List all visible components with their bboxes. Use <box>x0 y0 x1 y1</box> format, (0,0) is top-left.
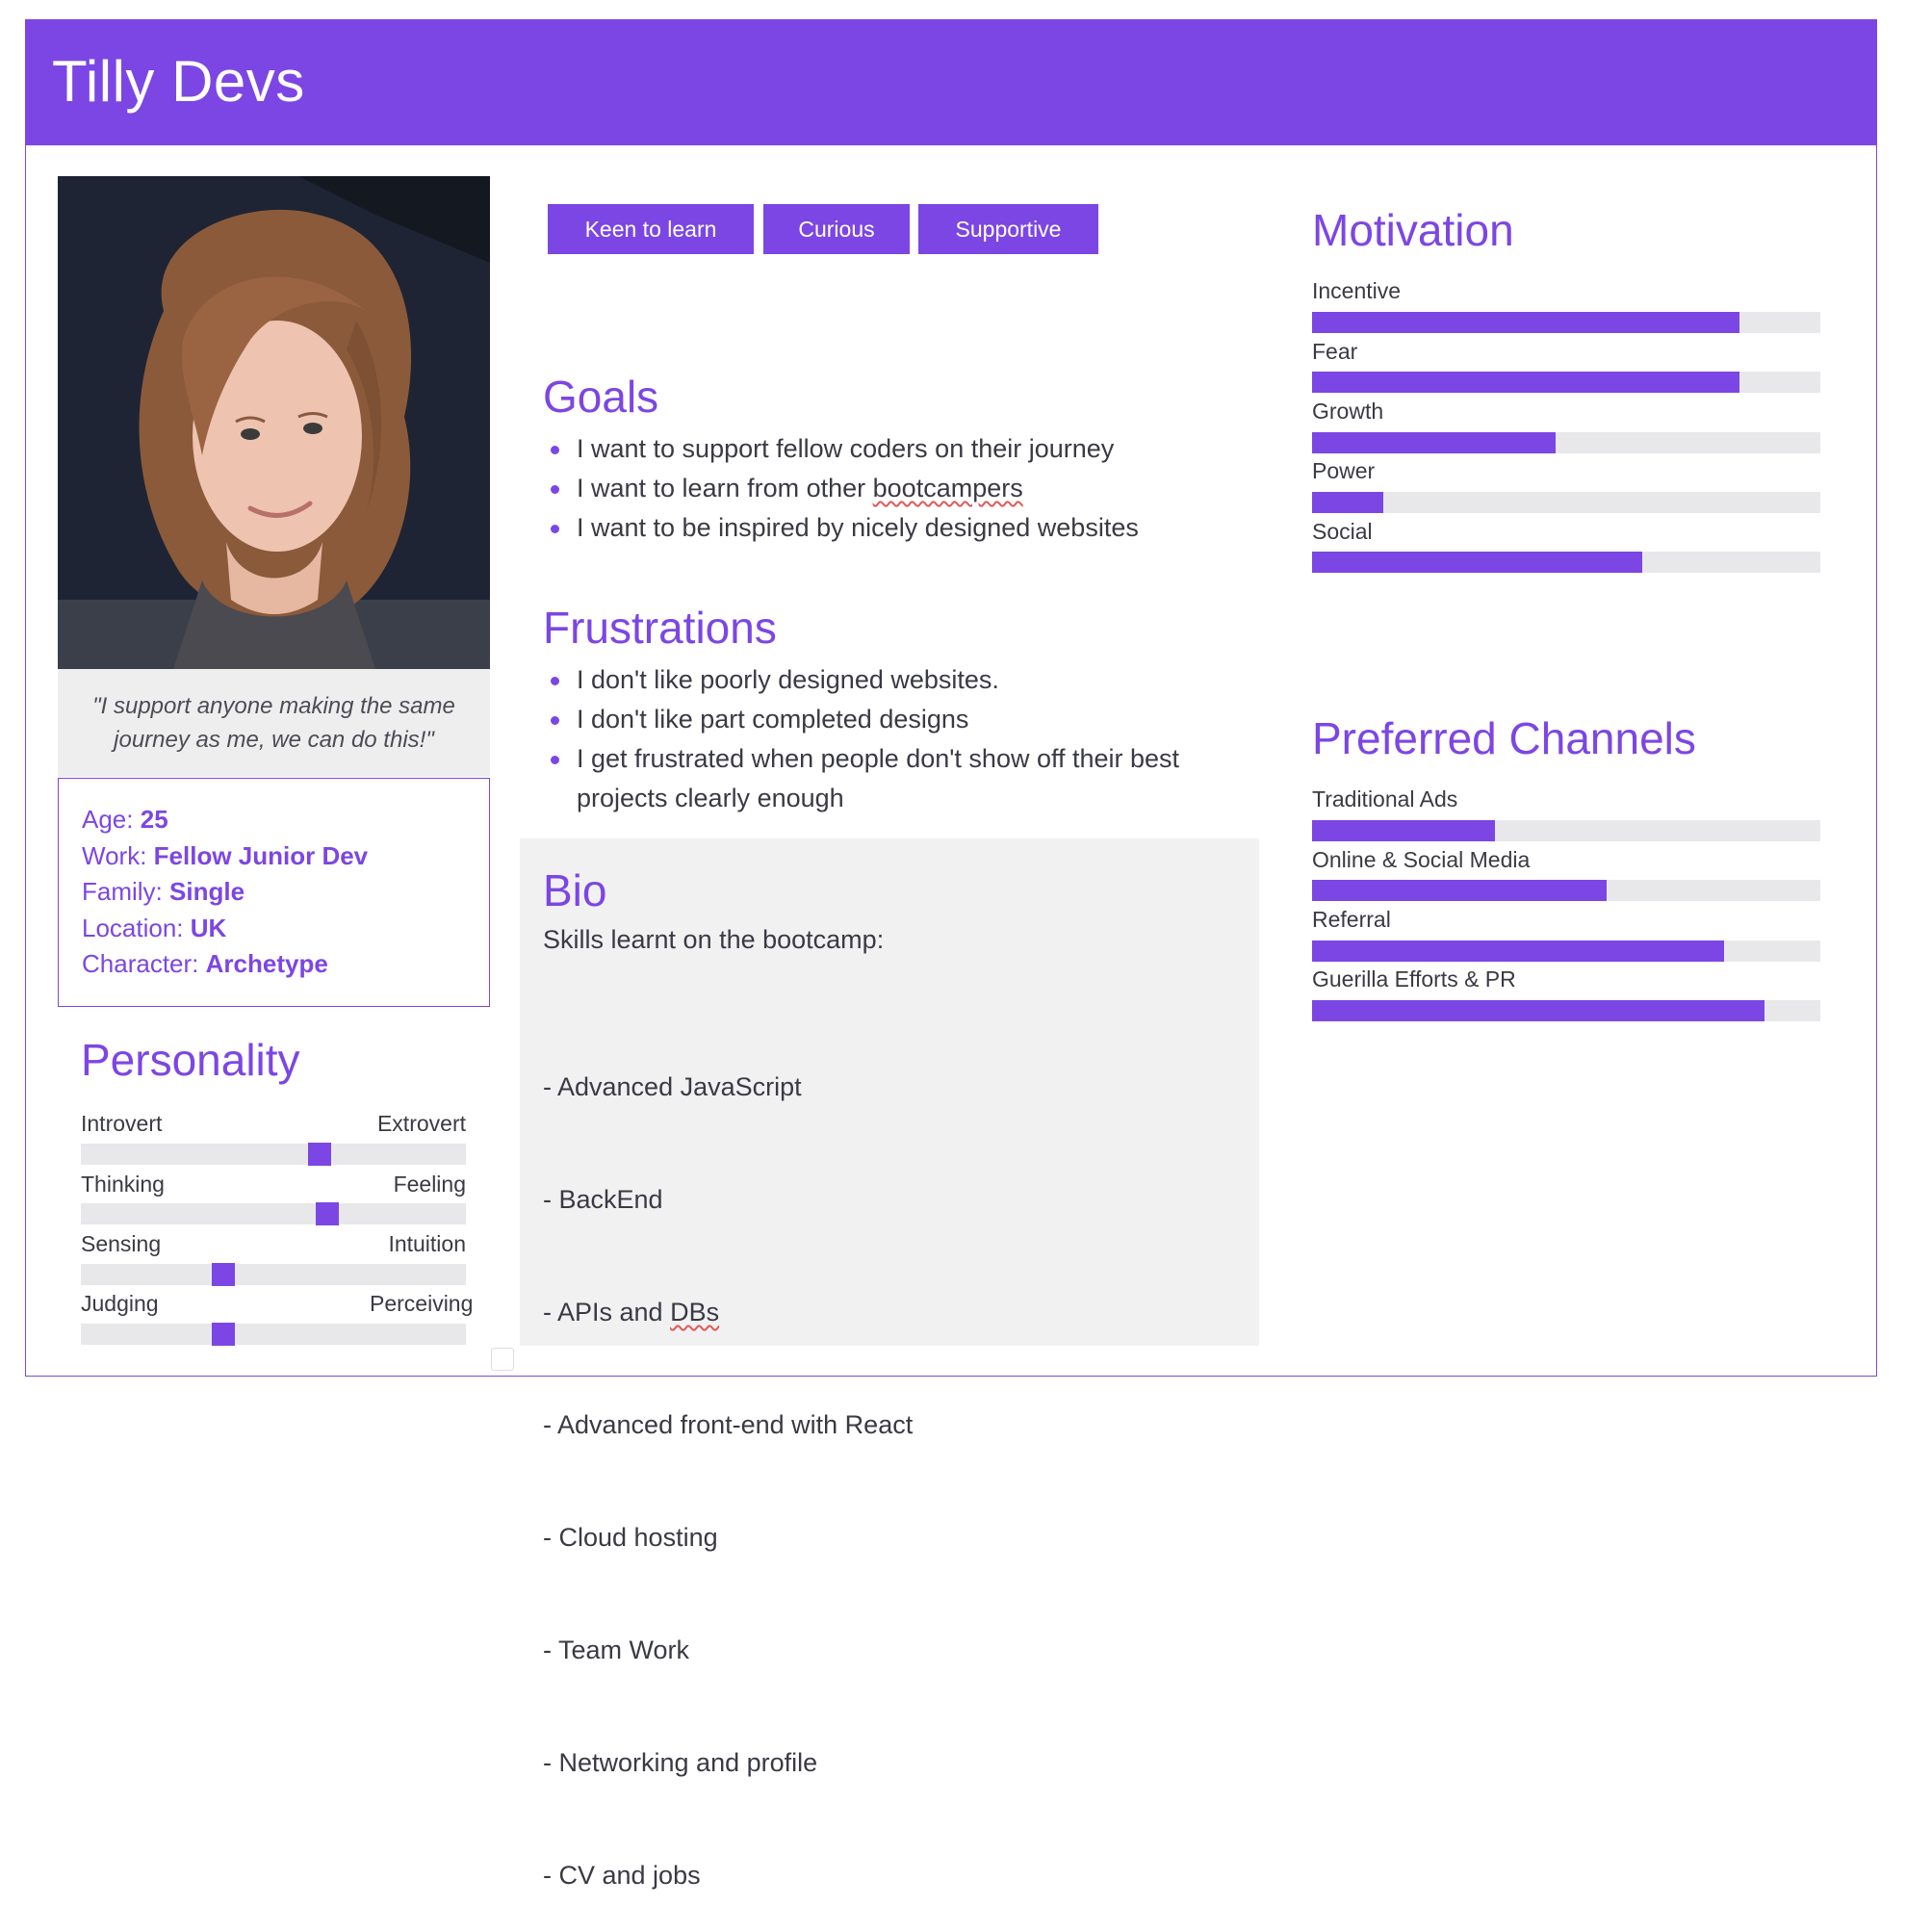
resize-handle[interactable] <box>491 1348 514 1371</box>
bar-fill <box>1312 940 1724 962</box>
motivation-heading: Motivation <box>1312 205 1514 255</box>
scale-track <box>81 1323 466 1346</box>
bar-track <box>1312 372 1820 393</box>
tag-supportive[interactable]: Supportive <box>918 204 1098 254</box>
bio-heading: Bio <box>543 865 607 915</box>
scale-left-label: Judging <box>81 1291 159 1316</box>
bio-intro: Skills learnt on the bootcamp: <box>543 925 885 954</box>
scale-right-label: Perceiving <box>370 1291 474 1316</box>
bar-fill <box>1312 312 1739 333</box>
detail-age: Age: 25 <box>82 805 168 834</box>
detail-character: Character: Archetype <box>82 949 328 978</box>
bar-label: Referral <box>1312 907 1391 932</box>
misspelled-word: bootcampers <box>872 474 1023 502</box>
bar-fill <box>1312 880 1607 901</box>
list-item: I don't like part completed designs <box>544 700 1247 739</box>
scale-track <box>81 1202 466 1225</box>
list-item: - Networking and profile <box>543 1748 818 1777</box>
scale-right-label: Intuition <box>388 1231 466 1256</box>
list-item: I want to be inspired by nicely designed… <box>544 508 1247 548</box>
detail-location: Location: UK <box>82 913 227 942</box>
bar-track <box>1312 312 1820 333</box>
bar-fill <box>1312 432 1556 453</box>
scale-track <box>81 1263 466 1286</box>
frustrations-heading: Frustrations <box>543 603 777 653</box>
channels-heading: Preferred Channels <box>1312 713 1696 763</box>
bar-label: Fear <box>1312 339 1358 364</box>
bar-fill <box>1312 372 1739 393</box>
page-title: Tilly Devs <box>52 49 305 114</box>
tag-keen-to-learn[interactable]: Keen to learn <box>548 204 754 254</box>
bar-track <box>1312 880 1820 901</box>
list-item: - Team Work <box>543 1636 690 1664</box>
bar-fill <box>1312 1000 1764 1021</box>
list-item: I want to learn from other bootcampers <box>544 469 1247 508</box>
bar-fill <box>1312 552 1642 573</box>
scale-knob[interactable] <box>308 1143 331 1166</box>
persona-quote: "I support anyone making the same journe… <box>58 669 490 777</box>
bio-skills: - Advanced JavaScript - BackEnd - APIs a… <box>543 993 913 1932</box>
bar-track <box>1312 820 1820 841</box>
scale-left-label: Thinking <box>81 1172 165 1197</box>
personality-heading: Personality <box>81 1035 300 1085</box>
bar-track <box>1312 940 1820 962</box>
bar-label: Power <box>1312 458 1376 483</box>
scale-knob[interactable] <box>316 1202 339 1225</box>
bar-track <box>1312 432 1820 453</box>
list-item: - Advanced front-end with React <box>543 1410 914 1439</box>
misspelled-word: DBs <box>670 1298 720 1327</box>
bar-label: Incentive <box>1312 278 1402 303</box>
scale-track <box>81 1143 466 1166</box>
list-item: - APIs and DBs <box>543 1298 720 1327</box>
list-item: I get frustrated when people don't show … <box>544 739 1247 818</box>
detail-work: Work: Fellow Junior Dev <box>82 840 369 870</box>
tag-curious[interactable]: Curious <box>763 204 910 254</box>
scale-right-label: Extrovert <box>376 1111 466 1136</box>
scale-knob[interactable] <box>212 1263 235 1286</box>
bar-label: Traditional Ads <box>1312 786 1458 811</box>
list-item: I want to support fellow coders on their… <box>544 429 1247 469</box>
profile-photo <box>58 176 490 669</box>
bar-label: Growth <box>1312 399 1384 424</box>
bar-label: Guerilla Efforts & PR <box>1312 966 1516 992</box>
bar-fill <box>1312 492 1383 513</box>
list-item: - Advanced JavaScript <box>543 1072 802 1101</box>
list-item: I don't like poorly designed websites. <box>544 660 1247 700</box>
scale-knob[interactable] <box>212 1323 235 1346</box>
bar-track <box>1312 1000 1820 1021</box>
bar-track <box>1312 492 1820 513</box>
detail-family: Family: Single <box>82 877 245 906</box>
bar-label: Online & Social Media <box>1312 847 1531 872</box>
frustrations-list: I don't like poorly designed websites. I… <box>544 660 1247 818</box>
list-item: - Cloud hosting <box>543 1523 718 1552</box>
scale-left-label: Introvert <box>81 1111 163 1136</box>
details-box: Age: 25 Work: Fellow Junior Dev Family: … <box>58 778 490 1007</box>
scale-right-label: Feeling <box>393 1172 466 1197</box>
goals-list: I want to support fellow coders on their… <box>544 429 1247 548</box>
list-item: - CV and jobs <box>543 1861 701 1890</box>
bar-fill <box>1312 820 1495 841</box>
bar-label: Social <box>1312 519 1373 544</box>
bar-track <box>1312 552 1820 573</box>
goals-heading: Goals <box>543 372 659 422</box>
list-item: - BackEnd <box>543 1185 663 1214</box>
scale-left-label: Sensing <box>81 1231 162 1256</box>
